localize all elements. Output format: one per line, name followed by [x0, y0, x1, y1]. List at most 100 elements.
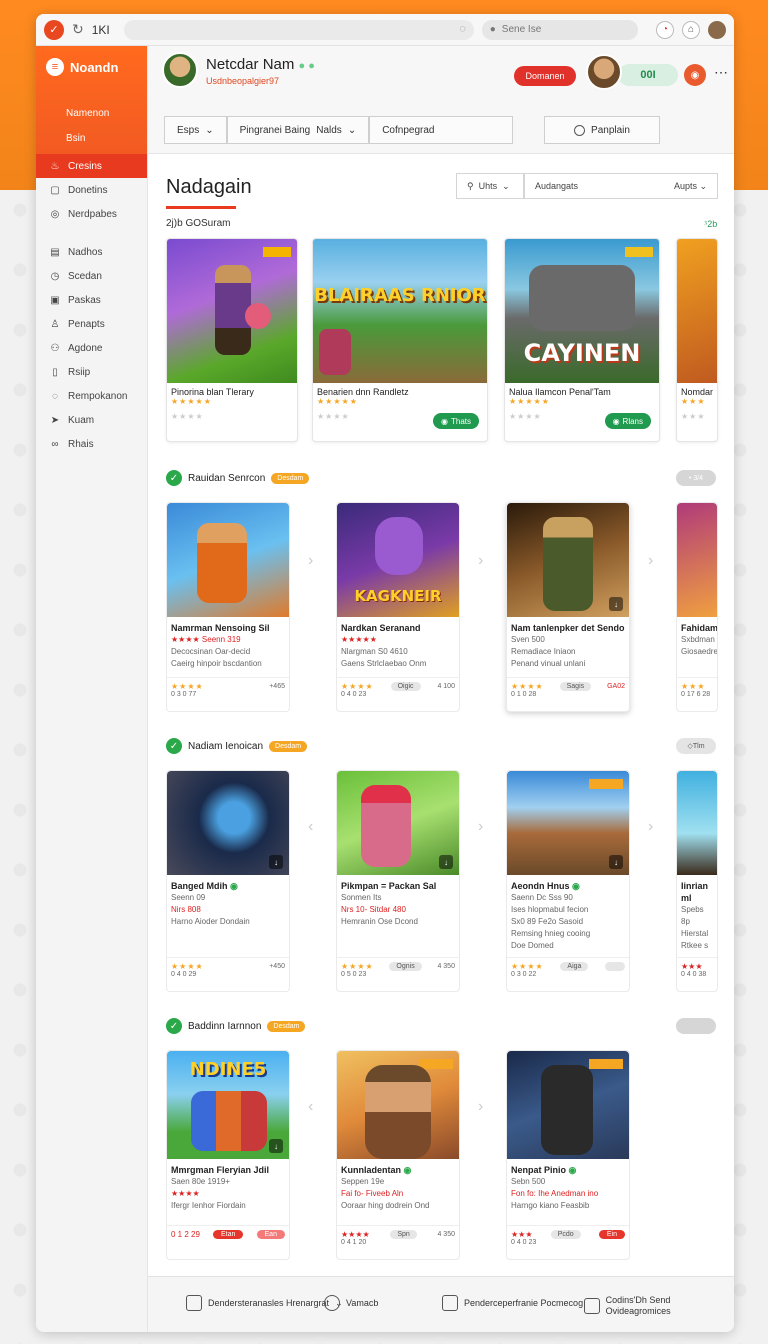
- filter-dropdown[interactable]: Esps ⌄: [164, 116, 227, 144]
- featured-card[interactable]: Pinorina blan Tlerary ★★★★★ ★★★★: [166, 238, 298, 442]
- play-button[interactable]: ◉ Thats: [433, 413, 479, 429]
- tag-chip[interactable]: Pcdo: [550, 1230, 581, 1239]
- app-logo-text[interactable]: Noandn: [70, 60, 118, 75]
- sidebar-item[interactable]: ◷ Scedan: [36, 264, 147, 288]
- chevron-right-icon[interactable]: ›: [478, 552, 483, 570]
- meta-value: GA02: [607, 683, 625, 690]
- footer-item[interactable]: Dendersteranasles Hrenargrat ⌄: [186, 1295, 343, 1311]
- sidebar-item[interactable]: ➤ Kuam: [36, 408, 147, 432]
- primary-action-button[interactable]: Domanen: [514, 66, 576, 86]
- sidebar-sub-item[interactable]: Namenon: [66, 108, 137, 119]
- sidebar-item[interactable]: ▣ Paskas: [36, 288, 147, 312]
- coins-pill[interactable]: 00I: [618, 64, 678, 86]
- tag-chip-empty[interactable]: [605, 962, 625, 971]
- sidebar-item[interactable]: ∞ Rhais: [36, 432, 147, 456]
- download-icon[interactable]: ↓: [269, 855, 283, 869]
- site-search[interactable]: ● Sene Ise: [481, 19, 638, 40]
- sidebar-item[interactable]: ◌ Rempokanon: [36, 384, 147, 408]
- more-icon[interactable]: ⋯: [714, 64, 728, 81]
- play-button[interactable]: ◉ Rlans: [604, 413, 651, 429]
- filter-bar: Esps ⌄ Pingranei Baing Nalds ⌄ Cofnpegrad: [164, 116, 514, 144]
- chevron-left-icon[interactable]: ‹: [308, 818, 313, 836]
- chevron-right-icon[interactable]: ›: [648, 552, 653, 570]
- sidebar-item[interactable]: ▤ Nadhos: [36, 240, 147, 264]
- game-card[interactable]: Namrman Nensoing Sil ★★★★ Seenn 319 Deco…: [166, 502, 290, 712]
- card-meta: ★★★★ +465 0 3 0 77: [167, 677, 289, 711]
- featured-card[interactable]: Nomdan ★★★ ★★★: [676, 238, 718, 442]
- menu-icon[interactable]: ≡: [46, 58, 64, 76]
- file-icon: ▯: [52, 366, 58, 378]
- friend-avatar[interactable]: [586, 54, 622, 90]
- tag-chip[interactable]: Aiga: [560, 962, 589, 971]
- game-art: [677, 771, 717, 875]
- footer-item[interactable]: Penderceperfranie Pocmecog: [442, 1295, 583, 1311]
- user-name[interactable]: Netcdar Nam ● ●: [206, 56, 315, 73]
- game-card[interactable]: NDINE5 ↓ Mmrgman Fleryian Jdil Saen 80e …: [166, 1050, 290, 1260]
- meta-value: 4 100: [437, 683, 455, 690]
- search-label: Uhts: [478, 181, 498, 191]
- search-input[interactable]: ⚲ Uhts ⌄: [456, 173, 524, 199]
- notification-icon[interactable]: ◔: [656, 20, 674, 39]
- download-icon[interactable]: ↓: [269, 1139, 283, 1153]
- sidebar-header: ≡ Noandn Namenon Bsin: [36, 46, 147, 154]
- tag-chip[interactable]: Ein: [598, 1230, 625, 1239]
- camera-icon[interactable]: ⌂: [682, 20, 700, 39]
- sidebar-item[interactable]: ▯ Rsiip: [36, 360, 147, 384]
- game-card[interactable]: ↓ Pikmpan = Packan Sal Sonmen Its Nrs 10…: [336, 770, 460, 992]
- download-icon[interactable]: ↓: [609, 597, 623, 611]
- footer-item[interactable]: Vamacb: [324, 1295, 378, 1311]
- see-more-button[interactable]: ◇ Tlm: [676, 738, 716, 754]
- game-card[interactable]: Fahidam Sxbdman Giosaedre ★★★ 0 17 6 28: [676, 502, 718, 712]
- featured-card[interactable]: CAYINEN Nalua Ilamcon Penal'Tam ★★★★★ ★★…: [504, 238, 660, 442]
- sidebar-item[interactable]: ◎ Nerdpabes: [36, 202, 147, 226]
- chevron-right-icon[interactable]: ›: [478, 818, 483, 836]
- chevron-right-icon[interactable]: ›: [648, 818, 653, 836]
- game-logo-text: CAYINEN: [523, 339, 641, 367]
- filter-dropdown[interactable]: Pingranei Baing Nalds ⌄: [226, 116, 370, 144]
- tag-chip[interactable]: Sagis: [559, 682, 592, 691]
- see-more-button[interactable]: [676, 1018, 716, 1034]
- alert-icon[interactable]: ◉: [684, 64, 706, 86]
- footer-item[interactable]: Codins'Dh Send Ovideagromices: [584, 1295, 734, 1317]
- chevron-right-icon[interactable]: ›: [478, 1098, 483, 1116]
- url-bar[interactable]: ◌: [123, 19, 474, 40]
- sidebar-item[interactable]: ⚇ Agdone: [36, 336, 147, 360]
- see-more-button[interactable]: • 3/4: [676, 470, 716, 486]
- sidebar-item[interactable]: ♙ Penapts: [36, 312, 147, 336]
- game-card[interactable]: KAGKNEIR Nardkan Seranand ★★★★★ Nlargman…: [336, 502, 460, 712]
- search-icon: ⚲: [467, 180, 474, 191]
- download-icon[interactable]: ↓: [439, 855, 453, 869]
- featured-card[interactable]: BLAIRAAS RNIOR Benarien dnn Randletz ★★★…: [312, 238, 488, 442]
- game-card[interactable]: ↓ Aeondn Hnus ◉ Saenn Dc Sss 90 Ises hlo…: [506, 770, 630, 992]
- tag-chip[interactable]: Spn: [390, 1230, 417, 1239]
- sort-dropdown[interactable]: Audangats Aupts ⌄: [524, 173, 718, 199]
- game-card[interactable]: Iinrian ml Spebs 8p Hierstal Rtkee s ★★★…: [676, 770, 718, 992]
- outline-button[interactable]: Panplain: [544, 116, 660, 144]
- tag-chip[interactable]: Etan: [213, 1230, 244, 1239]
- chevron-left-icon[interactable]: ‹: [308, 1098, 313, 1116]
- game-card[interactable]: ↓ Banged Mdih ◉ Seenn 09 Nirs 808 Harno …: [166, 770, 290, 992]
- sidebar-item-active[interactable]: ♨ Cresins: [36, 154, 147, 178]
- sidebar: ≡ Noandn Namenon Bsin ♨ Cresins ▢ Donetin…: [36, 46, 148, 1332]
- game-card[interactable]: ↓ Nam tanlenpker det Sendo Sven 500 Rema…: [506, 502, 630, 712]
- card-line: Saenn Dc Sss 90: [511, 893, 573, 902]
- browser-logo-icon[interactable]: ✓: [44, 19, 64, 40]
- tag-chip[interactable]: Ognis: [389, 962, 422, 971]
- game-card[interactable]: Kunnladentan ◉ Seppen 19e Fai fo- Fiveeb…: [336, 1050, 460, 1260]
- tag-chip[interactable]: Ean: [256, 1230, 285, 1239]
- tag-chip[interactable]: Oigic: [390, 682, 421, 691]
- tab-title[interactable]: 1KI: [92, 23, 110, 37]
- card-line: Rtkee s: [681, 941, 709, 950]
- sidebar-item[interactable]: ▢ Donetins: [36, 178, 147, 202]
- browser-avatar[interactable]: [708, 20, 726, 39]
- card-title: Namrman Nensoing Sil: [171, 623, 270, 633]
- game-card[interactable]: Nenpat Pinio ◉ Sebn 500 Fon fo: Ihe Aned…: [506, 1050, 630, 1260]
- filter-dropdown[interactable]: Cofnpegrad: [369, 116, 514, 144]
- user-avatar[interactable]: [162, 52, 198, 88]
- reload-icon[interactable]: ↻: [72, 21, 84, 38]
- sidebar-sub-item[interactable]: Bsin: [66, 133, 137, 144]
- download-icon[interactable]: ↓: [609, 855, 623, 869]
- meta-stats: 0 1 0 28: [511, 691, 537, 698]
- rating-stars: ★★★: [681, 397, 706, 406]
- chevron-right-icon[interactable]: ›: [308, 552, 313, 570]
